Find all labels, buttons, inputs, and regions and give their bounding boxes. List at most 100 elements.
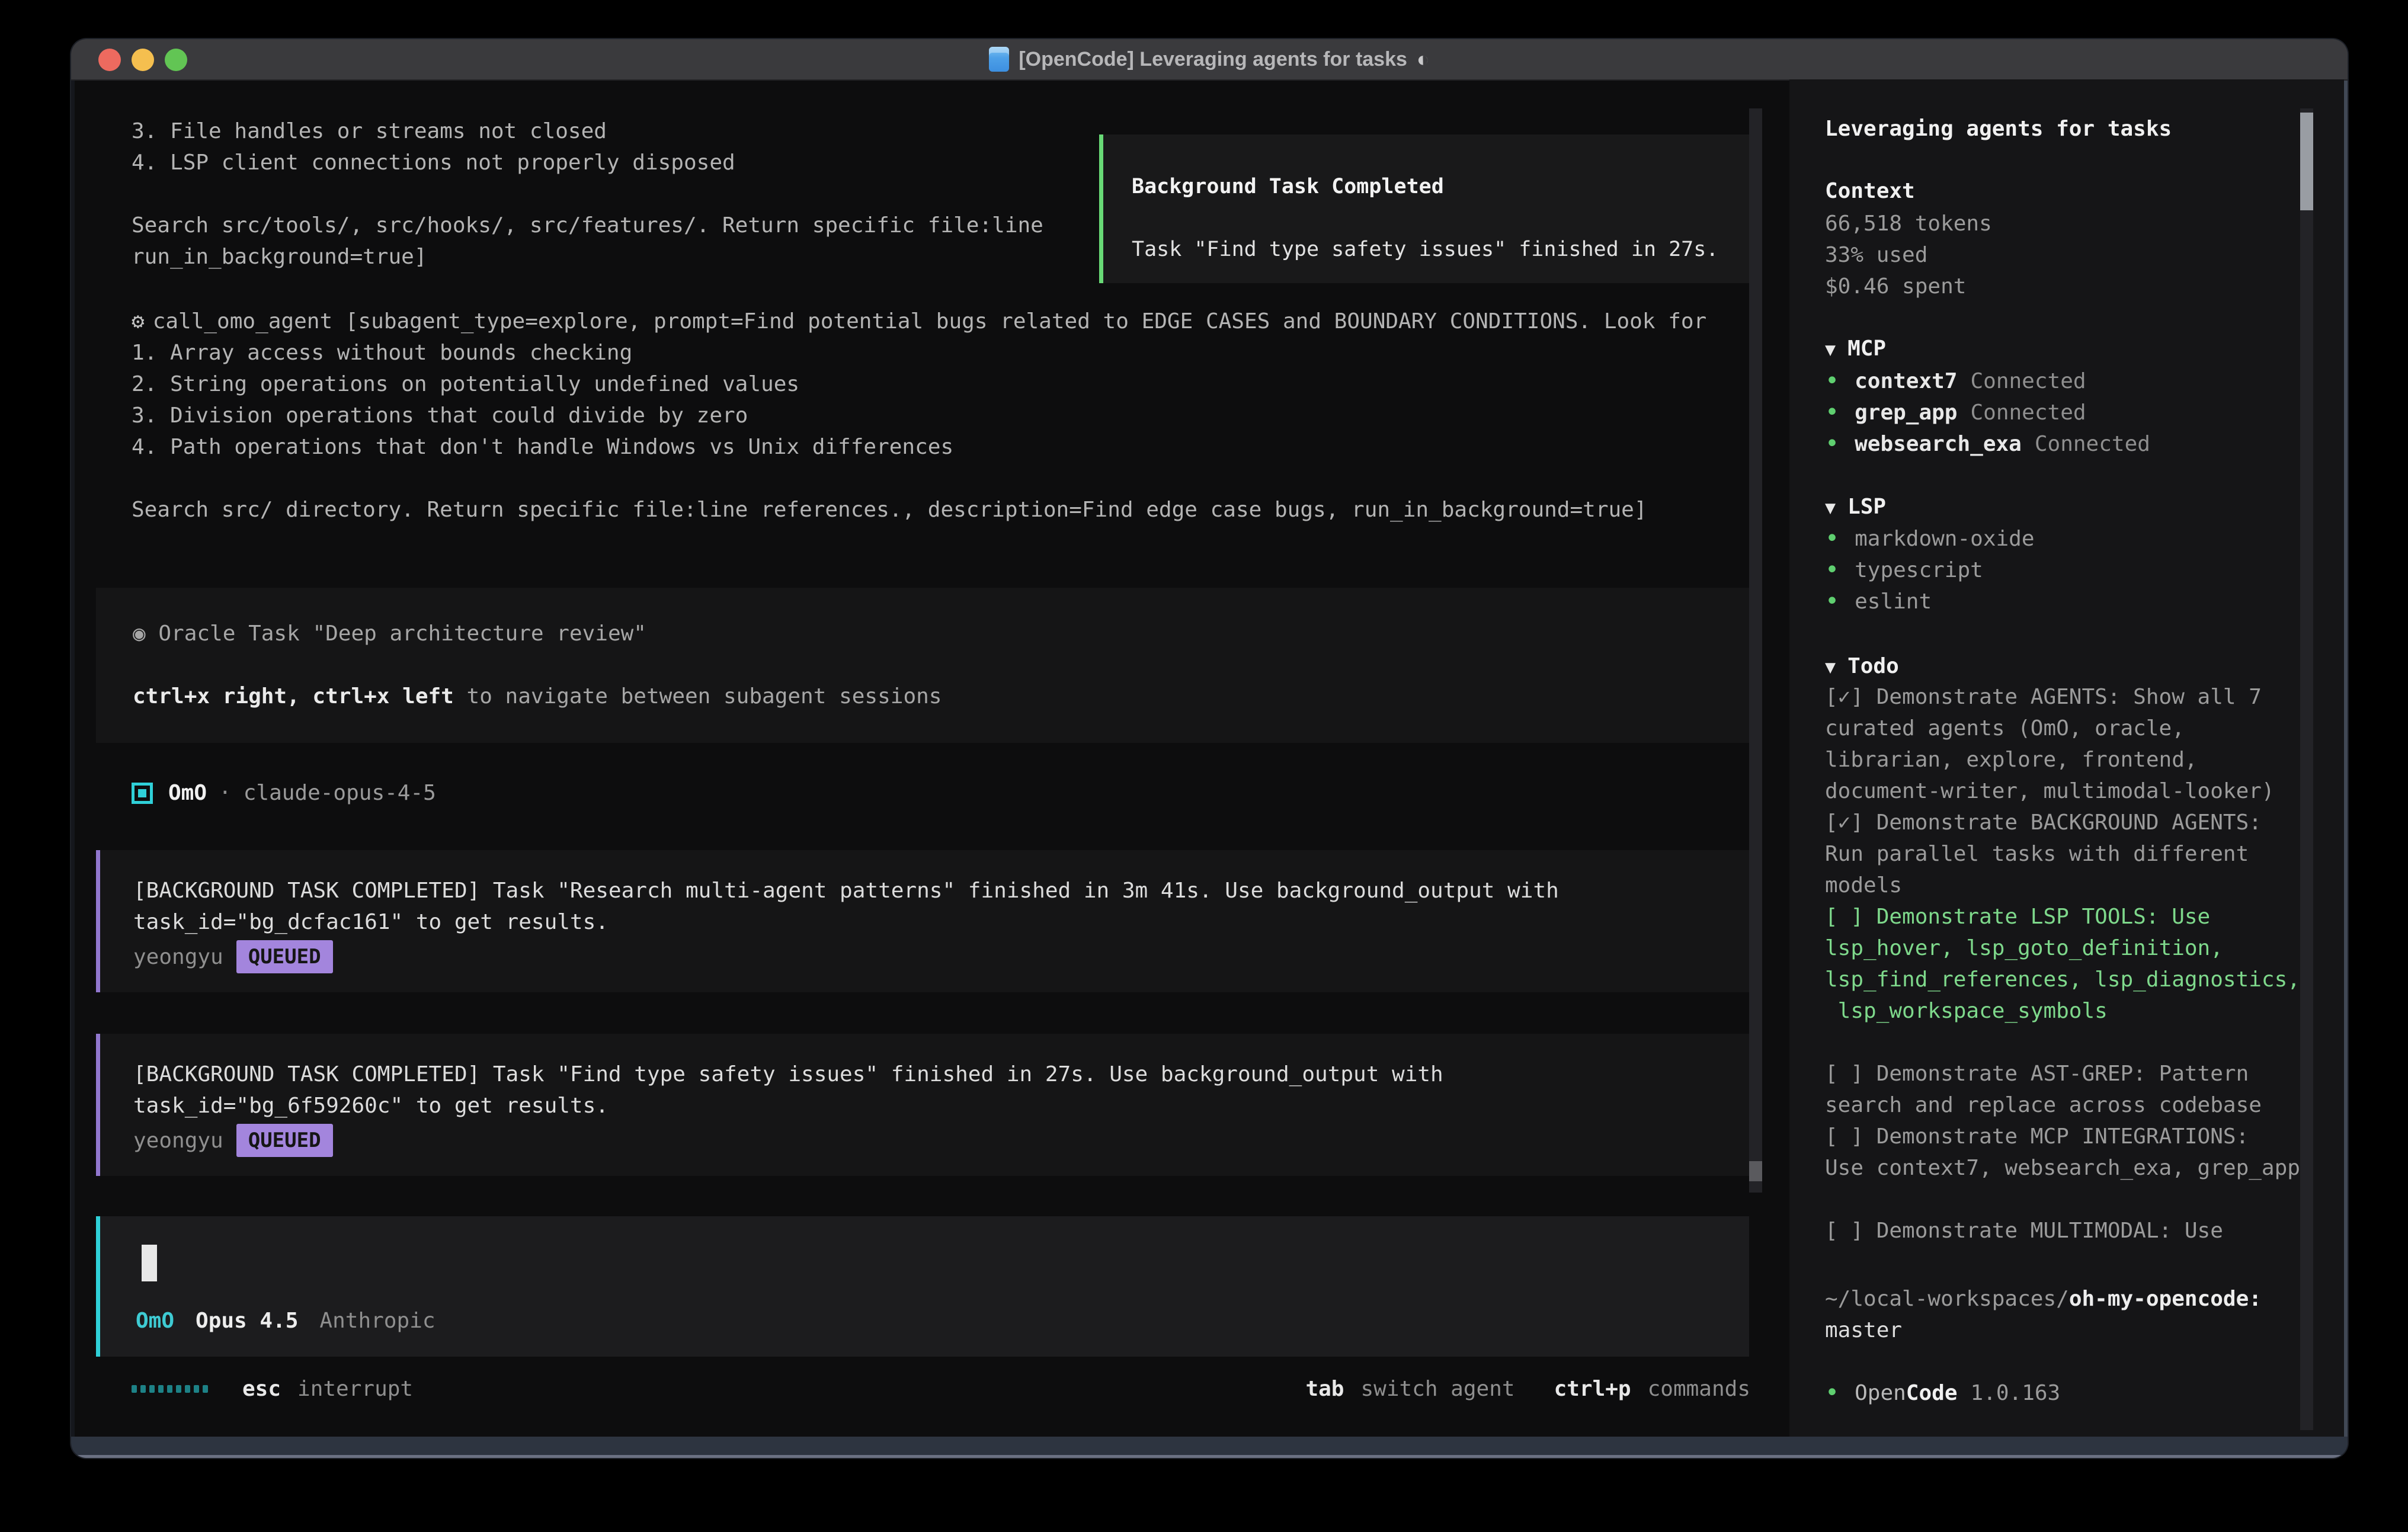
status-right: tab switch agent ctrl+p commands xyxy=(1305,1377,1750,1401)
task-line: task_id="bg_dcfac161" to get results. xyxy=(133,906,1749,938)
oracle-task-panel: ◉ Oracle Task "Deep architecture review"… xyxy=(96,588,1749,743)
half-circle-icon: ◐ xyxy=(1417,49,1430,70)
text-cursor xyxy=(142,1245,157,1281)
scrollback-line: run_in_background=true] xyxy=(132,241,1043,273)
sidebar-scrollbar-thumb[interactable] xyxy=(2300,113,2313,210)
window-bottom-strip xyxy=(71,1437,2348,1458)
opencode-version-number: 1.0.163 xyxy=(1971,1381,2061,1405)
agent-header: OmO · claude-opus-4-5 xyxy=(132,777,436,809)
blank-line xyxy=(133,649,1749,681)
task-meta: yeongyu QUEUED xyxy=(133,939,1749,975)
gear-icon: ⚙ xyxy=(132,309,145,334)
tool-call-line xyxy=(132,463,1706,494)
background-task-toast: Background Task Completed Task "Find typ… xyxy=(1099,134,1758,283)
status-dot-icon: • xyxy=(1825,523,1839,555)
todo-line-done: Run parallel tasks with different xyxy=(1825,838,2300,870)
mcp-item: •context7Connected xyxy=(1825,366,2150,397)
session-title: Leveraging agents for tasks xyxy=(1825,113,2172,145)
prompt-input[interactable]: OmO Opus 4.5 Anthropic xyxy=(96,1216,1749,1357)
context-spent: $0.46 spent xyxy=(1825,271,1992,302)
status-dot-icon: • xyxy=(1825,1377,1839,1409)
lsp-item: • markdown-oxide xyxy=(1825,523,2035,555)
task-line: [BACKGROUND TASK COMPLETED] Task "Find t… xyxy=(133,1059,1749,1090)
todo-line-done: models xyxy=(1825,870,2300,901)
mcp-name: websearch_exa xyxy=(1855,432,2022,456)
esc-key-label: interrupt xyxy=(297,1377,413,1401)
task-message-2: [BACKGROUND TASK COMPLETED] Task "Find t… xyxy=(96,1034,1749,1176)
oracle-task-title-text: Oracle Task "Deep architecture review" xyxy=(146,621,646,646)
input-footer: OmO Opus 4.5 Anthropic xyxy=(136,1305,436,1337)
toast-title: Background Task Completed xyxy=(1132,171,1725,203)
todo-list: [✓] Demonstrate AGENTS: Show all 7 curat… xyxy=(1825,681,2300,1246)
status-dot-icon: • xyxy=(1825,428,1839,460)
task-author: yeongyu xyxy=(133,1129,223,1153)
mcp-item: •websearch_exaConnected xyxy=(1825,428,2150,460)
todo-line-done: [✓] Demonstrate AGENTS: Show all 7 xyxy=(1825,681,2300,713)
opencode-version-row: • OpenCode 1.0.163 xyxy=(1825,1377,2060,1409)
scrollback-line: 3. File handles or streams not closed xyxy=(132,116,1043,147)
mcp-heading: MCP xyxy=(1847,336,1886,361)
todo-heading: Todo xyxy=(1847,654,1899,678)
chat-scrollbar-thumb[interactable] xyxy=(1749,1161,1762,1181)
tool-call-line: 3. Division operations that could divide… xyxy=(132,400,1706,431)
todo-line-done: librarian, explore, frontend, xyxy=(1825,744,2300,775)
window-titlebar[interactable]: [OpenCode] Leveraging agents for tasks ◐ xyxy=(71,39,2348,81)
chevron-down-icon: ▼ xyxy=(1825,657,1836,678)
tab-key-label: switch agent xyxy=(1360,1377,1514,1401)
lsp-name: markdown-oxide xyxy=(1855,527,2034,551)
task-meta: yeongyu QUEUED xyxy=(133,1123,1749,1158)
todo-section-header[interactable]: ▼ Todo xyxy=(1825,650,1899,682)
todo-line-active: lsp_hover, lsp_goto_definition, xyxy=(1825,932,2300,964)
task-line: task_id="bg_6f59260c" to get results. xyxy=(133,1090,1749,1121)
todo-line-active: lsp_find_references, lsp_diagnostics, xyxy=(1825,964,2300,995)
lsp-section-header[interactable]: ▼ LSP xyxy=(1825,491,1886,523)
toast-body: Task "Find type safety issues" finished … xyxy=(1132,234,1725,265)
workspace-path: ~/local-workspaces/oh-my-opencode: maste… xyxy=(1825,1283,2262,1346)
context-heading: Context xyxy=(1825,175,1915,207)
tool-call-line: ⚙call_omo_agent [subagent_type=explore, … xyxy=(132,306,1706,337)
lsp-name: eslint xyxy=(1855,589,1932,614)
tool-call-line: Search src/ directory. Return specific f… xyxy=(132,494,1706,525)
workspace-line: ~/local-workspaces/oh-my-opencode: xyxy=(1825,1283,2262,1315)
lsp-name: typescript xyxy=(1855,558,1983,582)
lsp-heading: LSP xyxy=(1847,495,1886,519)
todo-line-done: curated agents (OmO, oracle, xyxy=(1825,713,2300,744)
esc-key-hint: esc xyxy=(242,1377,281,1401)
tool-call-block: ⚙call_omo_agent [subagent_type=explore, … xyxy=(132,306,1706,525)
todo-line-pending: [ ] Demonstrate MULTIMODAL: Use xyxy=(1825,1215,2300,1246)
tab-key-hint: tab xyxy=(1305,1377,1344,1401)
chat-scrollbar[interactable] xyxy=(1749,108,1762,1193)
mcp-status: Connected xyxy=(1970,369,2086,393)
chevron-down-icon: ▼ xyxy=(1825,498,1836,518)
todo-line-pending: Use context7, websearch_exa, grep_app xyxy=(1825,1152,2300,1184)
workspace-branch: master xyxy=(1825,1315,2262,1346)
sidebar-scrollbar[interactable] xyxy=(2300,108,2313,1430)
todo-line-pending: [ ] Demonstrate MCP INTEGRATIONS: xyxy=(1825,1121,2300,1152)
context-used: 33% used xyxy=(1825,239,1992,271)
lsp-list: • markdown-oxide •typescript • eslint xyxy=(1825,523,2035,617)
task-author: yeongyu xyxy=(133,945,223,969)
mcp-status: Connected xyxy=(1970,400,2086,425)
blank-line xyxy=(1825,1184,2300,1215)
tool-call-line: 1. Array access without bounds checking xyxy=(132,337,1706,368)
lsp-item: •typescript xyxy=(1825,555,2035,586)
window-title-group: [OpenCode] Leveraging agents for tasks ◐ xyxy=(71,39,2348,79)
window-title: [OpenCode] Leveraging agents for tasks xyxy=(1019,48,1407,71)
mcp-item: •grep_appConnected xyxy=(1825,397,2150,428)
task-line: [BACKGROUND TASK COMPLETED] Task "Resear… xyxy=(133,875,1749,906)
todo-line-active: lsp_workspace_symbols xyxy=(1825,995,2300,1027)
mcp-name: context7 xyxy=(1855,369,1957,393)
mcp-section-header[interactable]: ▼ MCP xyxy=(1825,333,1886,364)
document-icon xyxy=(989,47,1009,72)
ctrlp-key-label: commands xyxy=(1648,1377,1750,1401)
oracle-hint-keys: ctrl+x right, ctrl+x left xyxy=(133,684,454,709)
agent-icon xyxy=(132,783,153,804)
workspace-prefix: ~/local-workspaces/ xyxy=(1825,1287,2069,1311)
chevron-down-icon: ▼ xyxy=(1825,339,1836,360)
opencode-name-bold: Code xyxy=(1906,1381,1958,1405)
todo-line-pending: search and replace across codebase xyxy=(1825,1089,2300,1121)
workspace-repo: oh-my-opencode: xyxy=(2069,1287,2262,1311)
tool-call-line: 4. Path operations that don't handle Win… xyxy=(132,431,1706,463)
tool-call-line: 2. String operations on potentially unde… xyxy=(132,368,1706,400)
todo-line-pending: [ ] Demonstrate AST-GREP: Pattern xyxy=(1825,1058,2300,1089)
